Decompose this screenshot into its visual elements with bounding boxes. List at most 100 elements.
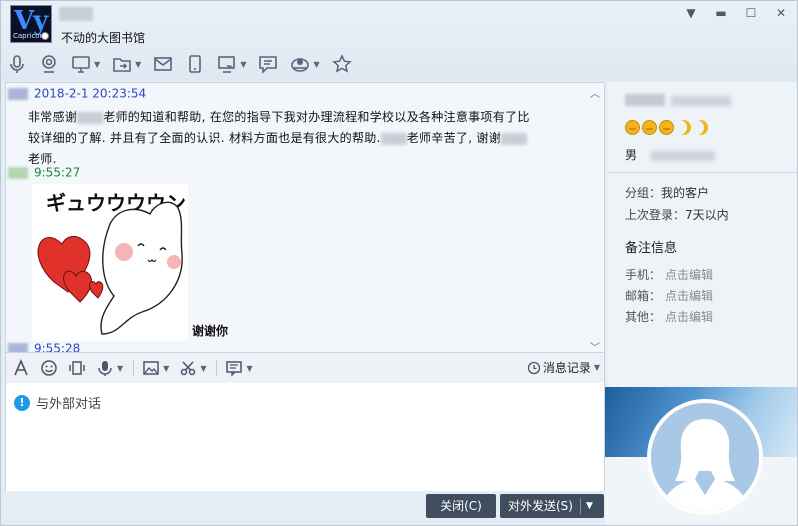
- voice-message-button[interactable]: ▼: [96, 359, 123, 377]
- contact-name-redacted: [625, 94, 731, 109]
- dropdown-icon[interactable]: ▼: [683, 5, 699, 21]
- message-header: 9:55:28: [8, 341, 81, 353]
- email-edit-link[interactable]: 点击编辑: [665, 289, 713, 303]
- voice-call-button[interactable]: [7, 51, 27, 77]
- sender-name-redacted: [8, 342, 28, 352]
- sun-level-icon: [625, 120, 640, 135]
- apps-button[interactable]: ▼: [290, 51, 320, 77]
- chevron-down-icon[interactable]: ▼: [117, 364, 123, 373]
- chat-history[interactable]: ︿ 2018-2-1 20:23:54 非常感谢 老师的知道和帮助, 在您的指导下…: [5, 82, 605, 353]
- phone-field: 手机： 点击编辑: [625, 266, 713, 283]
- message-input[interactable]: ! 与外部对话: [5, 383, 605, 493]
- chevron-down-icon[interactable]: ▼: [246, 364, 252, 373]
- message-text-segment: 非常感谢: [28, 110, 78, 124]
- sender-name-redacted: [8, 166, 28, 179]
- minimize-icon[interactable]: ▬: [713, 5, 729, 21]
- screenshot-icon: [218, 56, 236, 73]
- message-header: 2018-2-1 20:23:54: [8, 86, 146, 102]
- contact-info-panel: 男 分组：我的客户 上次登录：7天以内 备注信息 手机： 点击编辑 邮箱： 点击编辑…: [607, 82, 797, 387]
- message-timestamp: 2018-2-1 20:23:54: [34, 86, 147, 101]
- message-history-label: 消息记录: [542, 361, 591, 375]
- remote-desktop-button[interactable]: ▼: [71, 51, 100, 77]
- message-timestamp: 9:55:28: [34, 341, 81, 353]
- contact-signature: 不动的大图书馆: [61, 31, 146, 45]
- chat-window: Vy Capricorn 不动的大图书馆 ▼ ▬ ☐ ✕ ▼ ▼ ▼ ▼ ︿ 2…: [0, 0, 798, 526]
- phone-edit-link[interactable]: 点击编辑: [665, 268, 713, 282]
- close-button[interactable]: 关闭(C): [426, 494, 496, 518]
- clock-icon: [41, 32, 49, 40]
- last-login-row: 上次登录：7天以内: [625, 206, 729, 223]
- message-button[interactable]: [258, 51, 278, 77]
- redacted-name: [625, 94, 665, 106]
- screenshot-button[interactable]: ▼: [179, 359, 206, 377]
- send-options-chevron-icon[interactable]: ▼: [586, 494, 593, 518]
- scroll-down-icon[interactable]: ﹀: [590, 339, 600, 352]
- toolbar-divider: [133, 360, 135, 376]
- chevron-down-icon[interactable]: ▼: [313, 60, 319, 69]
- font-icon: [14, 359, 28, 376]
- monitor-icon: [72, 56, 90, 73]
- message-history-button[interactable]: 消息记录 ▼: [527, 359, 600, 376]
- phone-label: 手机：: [625, 268, 662, 282]
- last-login-label: 上次登录：: [625, 208, 686, 222]
- microphone-icon: [10, 55, 24, 73]
- scroll-up-icon[interactable]: ︿: [590, 85, 600, 100]
- scissors-icon: [181, 361, 196, 376]
- contact-gender: 男: [625, 146, 716, 163]
- screen-share-button[interactable]: ▼: [217, 51, 246, 77]
- redacted-name: [380, 132, 407, 145]
- contact-name-redacted: [59, 7, 93, 21]
- email-label: 邮箱：: [625, 289, 662, 303]
- message-text-segment: 老师.: [28, 152, 57, 166]
- sun-level-icon: [659, 120, 674, 135]
- chevron-down-icon[interactable]: ▼: [94, 60, 100, 69]
- emoji-button[interactable]: [40, 359, 58, 377]
- other-field: 其他： 点击编辑: [625, 308, 713, 325]
- vibrate-icon: [69, 361, 85, 375]
- email-field: 邮箱： 点击编辑: [625, 287, 713, 304]
- redacted-birthday: [651, 150, 716, 161]
- quick-reply-icon: [226, 361, 243, 377]
- font-button[interactable]: [12, 359, 30, 377]
- redacted-name: [77, 111, 104, 124]
- send-button[interactable]: 对外发送(S) ▼: [500, 494, 604, 518]
- camera-icon: [42, 55, 56, 73]
- close-icon[interactable]: ✕: [773, 5, 789, 21]
- quick-reply-button[interactable]: ▼: [225, 359, 253, 377]
- default-female-avatar: [647, 399, 763, 515]
- clock-icon: [527, 361, 540, 374]
- send-email-button[interactable]: [153, 51, 173, 77]
- maximize-icon[interactable]: ☐: [743, 5, 759, 21]
- sticker-image[interactable]: ギュウウウウン: [32, 184, 188, 341]
- chevron-down-icon[interactable]: ▼: [200, 364, 206, 373]
- star-icon: [331, 54, 352, 73]
- group-label: 分组：: [625, 186, 662, 200]
- level-badges: [625, 120, 708, 135]
- chevron-down-icon[interactable]: ▼: [240, 60, 246, 69]
- sticker-caption: 谢谢你: [192, 324, 229, 338]
- person-silhouette-icon: [651, 403, 759, 511]
- moon-level-icon: [693, 120, 708, 135]
- other-edit-link[interactable]: 点击编辑: [665, 310, 713, 324]
- phone-button[interactable]: [185, 51, 205, 77]
- notes-title: 备注信息: [625, 241, 678, 256]
- shake-button[interactable]: [68, 359, 86, 377]
- contact-avatar[interactable]: Vy Capricorn: [10, 5, 52, 43]
- chevron-down-icon[interactable]: ▼: [135, 60, 141, 69]
- header: Vy Capricorn 不动的大图书馆 ▼ ▬ ☐ ✕ ▼ ▼ ▼ ▼: [1, 1, 797, 81]
- input-toolbar: ▼ ▼ ▼ ▼ 消息记录 ▼: [5, 353, 605, 383]
- app-icon: [291, 58, 310, 72]
- button-divider: [580, 498, 581, 514]
- last-login-value: 7天以内: [685, 208, 729, 222]
- message-text-segment: 老师辛苦了, 谢谢: [406, 131, 502, 145]
- group-value: 我的客户: [661, 186, 710, 200]
- video-call-button[interactable]: [39, 51, 59, 77]
- chevron-down-icon[interactable]: ▼: [163, 364, 169, 373]
- info-icon: !: [14, 394, 30, 411]
- send-file-button[interactable]: ▼: [112, 51, 141, 77]
- contact-show-photo: [605, 387, 797, 525]
- moon-level-icon: [676, 120, 691, 135]
- chevron-down-icon: ▼: [593, 363, 600, 372]
- favorite-button[interactable]: [331, 51, 352, 77]
- send-image-button[interactable]: ▼: [142, 359, 169, 377]
